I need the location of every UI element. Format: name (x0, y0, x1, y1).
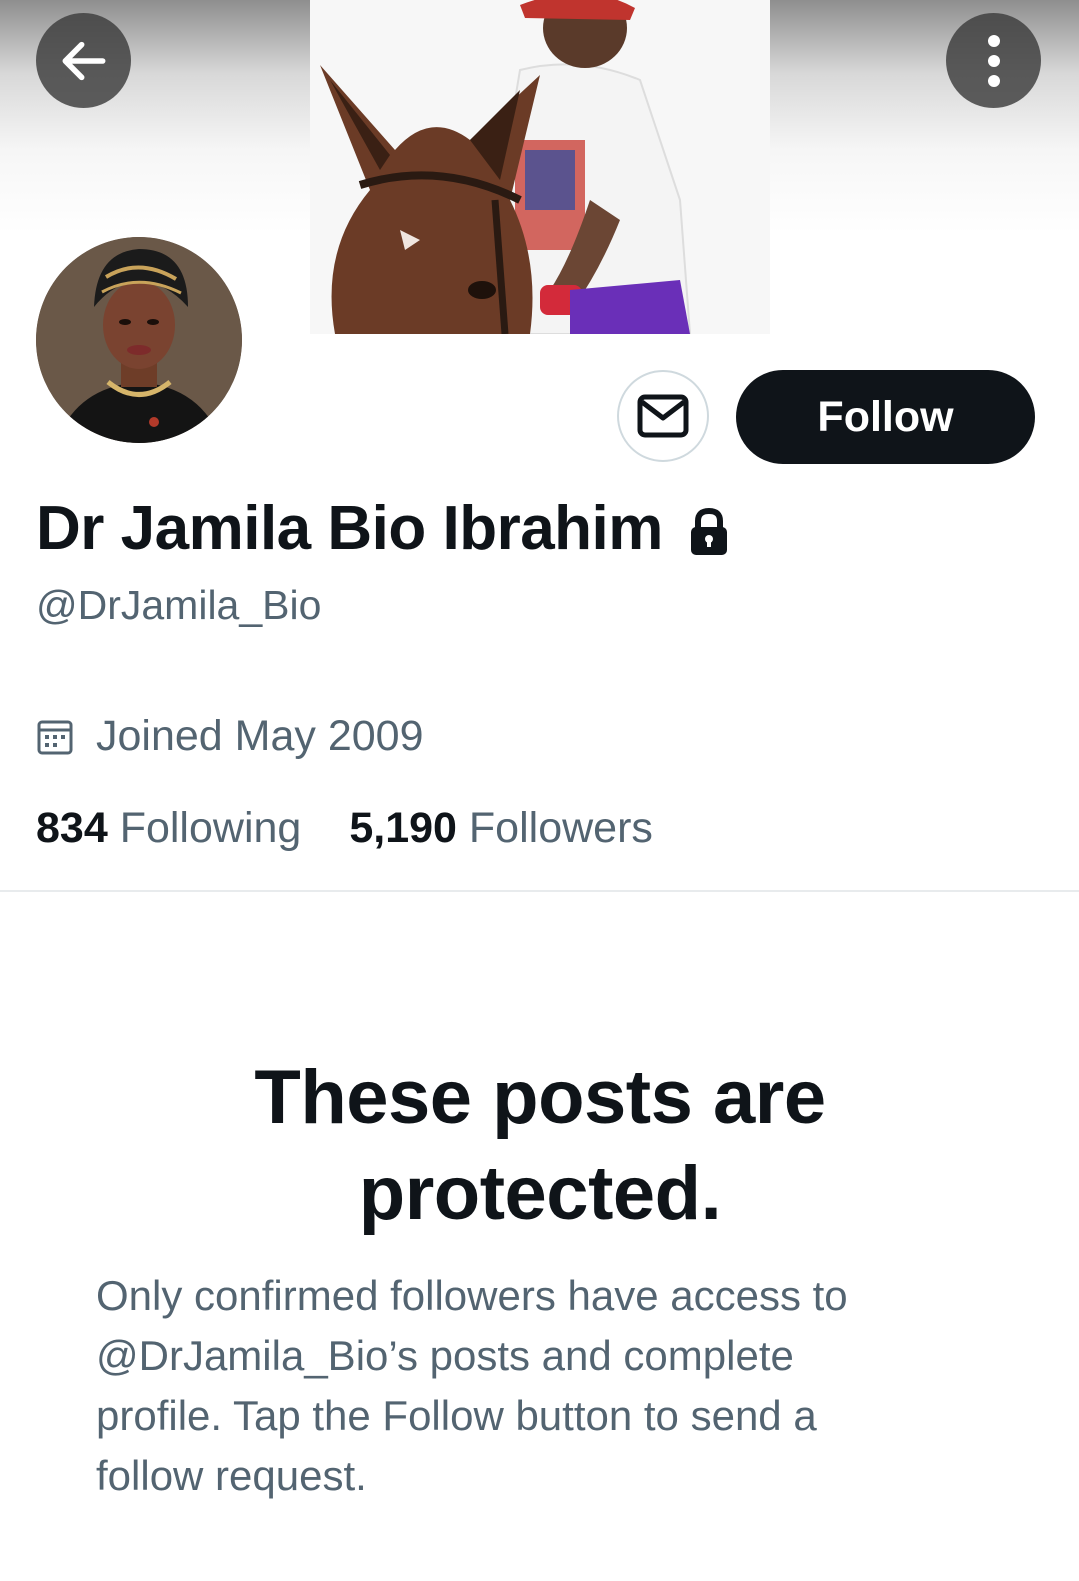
message-button[interactable] (617, 370, 709, 462)
followers-label: Followers (468, 804, 653, 852)
profile-name-row: Dr Jamila Bio Ibrahim (36, 493, 729, 564)
follow-button[interactable]: Follow (736, 370, 1035, 464)
profile-name: Dr Jamila Bio Ibrahim (36, 494, 663, 563)
divider (0, 890, 1079, 892)
back-button[interactable] (36, 13, 131, 108)
followers-count: 5,190 (349, 804, 457, 852)
following-link[interactable]: 834 Following (36, 804, 301, 853)
calendar-icon (37, 720, 73, 754)
following-count: 834 (36, 804, 108, 852)
profile-handle: @DrJamila_Bio (36, 582, 322, 628)
protected-description: Only confirmed followers have access to … (96, 1272, 848, 1499)
more-vertical-icon (987, 34, 1000, 87)
envelope-icon (637, 394, 689, 438)
avatar[interactable] (36, 237, 242, 443)
more-options-button[interactable] (946, 13, 1041, 108)
joined-date: Joined May 2009 (36, 712, 424, 761)
lock-icon (690, 507, 727, 555)
following-label: Following (119, 804, 302, 852)
avatar-photo (36, 237, 242, 443)
followers-link[interactable]: 5,190 Followers (349, 804, 653, 853)
profile-stats: 834 Following 5,190 Followers (36, 804, 653, 853)
joined-text: Joined May 2009 (96, 712, 424, 760)
arrow-left-icon (62, 41, 105, 80)
protected-title: These posts are protected. (254, 1055, 826, 1236)
